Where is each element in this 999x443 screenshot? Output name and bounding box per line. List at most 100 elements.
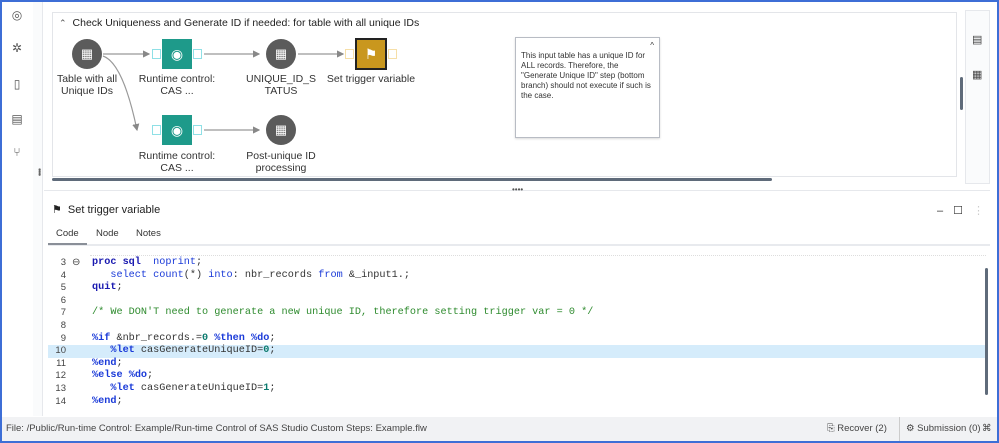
output-port[interactable] (388, 49, 397, 59)
input-port[interactable] (345, 49, 354, 59)
sticky-note[interactable]: ^ This input table has a unique ID for AL… (515, 37, 660, 138)
code-line[interactable]: 3 ⊖ proc sql noprint; (48, 257, 986, 270)
line-number: 3 (60, 257, 66, 268)
code-editor[interactable]: 3 ⊖ proc sql noprint; 4 select count(*) int… (48, 250, 988, 410)
node-label: Runtime control: CAS ... (138, 150, 216, 174)
code-text: %if &nbr_records.=0 %then %do; (92, 333, 275, 346)
window-controls: – ☐ ⋮ (937, 204, 994, 217)
code-token: : nbr_records (232, 269, 319, 281)
code-line[interactable]: 9 %if &nbr_records.=0 %then %do; (48, 333, 986, 346)
code-line[interactable]: 14 %end; (48, 396, 986, 409)
collapse-note-icon[interactable]: ^ (650, 41, 654, 51)
line-separator (90, 255, 986, 256)
code-text: %let casGenerateUniqueID=0; (92, 345, 275, 358)
code-line[interactable]: 13 %let casGenerateUniqueID=1; (48, 383, 986, 396)
node-label: Runtime control: CAS ... (138, 73, 216, 97)
code-line[interactable]: 11 %end; (48, 358, 986, 371)
code-token: %let (110, 345, 135, 357)
sas-program-node-icon[interactable]: ⚑ (355, 38, 387, 70)
code-token: proc sql (92, 257, 141, 268)
flow-canvas[interactable]: ⌃ Check Uniqueness and Generate ID if nee… (52, 12, 957, 177)
code-token: ; (147, 370, 154, 382)
flow-vertical-scrollbar[interactable] (960, 77, 963, 110)
tab-node[interactable]: Node (88, 227, 127, 245)
output-port[interactable] (193, 49, 202, 59)
line-number: 8 (60, 320, 66, 331)
horizontal-scrollbar[interactable] (52, 178, 772, 181)
input-port[interactable] (152, 125, 161, 135)
code-token: select (110, 269, 148, 281)
code-token: %then (214, 332, 245, 344)
code-text: quit; (92, 282, 123, 295)
code-token: into (208, 269, 233, 281)
code-line[interactable]: 10 %let casGenerateUniqueID=0; (48, 345, 986, 358)
gear-icon[interactable]: ✲ (10, 41, 24, 55)
recover-label: Recover (2) (837, 423, 887, 434)
fold-icon[interactable]: ⊖ (72, 257, 80, 270)
code-token: %let (110, 383, 135, 394)
code-token: &_input1.; (342, 269, 410, 281)
tab-code[interactable]: Code (48, 227, 87, 245)
code-line[interactable]: 5 quit; (48, 282, 986, 295)
code-token: noprint (153, 257, 196, 268)
runtime-control-node-icon[interactable]: ◉ (162, 39, 192, 69)
pane-title: Set trigger variable (67, 204, 161, 216)
code-vertical-scrollbar[interactable] (985, 268, 988, 395)
input-port[interactable] (152, 49, 161, 59)
node-label: Post-unique ID processing (246, 150, 316, 174)
code-line[interactable]: 7 /* We DON'T need to generate a new uniq… (48, 307, 986, 320)
code-line[interactable]: 6 (48, 295, 986, 308)
code-token: ; (116, 282, 123, 294)
line-number: 7 (60, 307, 66, 319)
status-bar: File: /Public/Run-time Control: Example/… (2, 417, 997, 441)
table-node-icon[interactable]: ▦ (266, 115, 296, 145)
tab-notes[interactable]: Notes (128, 227, 169, 245)
output-port[interactable] (193, 125, 202, 135)
libraries-icon[interactable]: ▤ (10, 112, 24, 126)
code-token: %do (128, 370, 148, 382)
maximize-icon[interactable]: ☐ (953, 205, 963, 217)
code-text: %else %do; (92, 370, 153, 383)
expand-icon[interactable]: ⌘ (982, 417, 992, 441)
gear-icon: ⚙ (906, 423, 918, 434)
submission-label: Submission (0) (917, 423, 981, 434)
code-text: %end; (92, 358, 123, 371)
line-number: 6 (60, 294, 66, 306)
code-token: /* We DON'T need to generate a new uniqu… (92, 307, 594, 319)
note-text: This input table has a unique ID for ALL… (521, 51, 651, 100)
layout-icon[interactable]: ▦ (972, 68, 982, 81)
code-token: casGenerateUniqueID= (134, 345, 264, 357)
steps-icon[interactable]: ◎ (10, 8, 24, 22)
runtime-control-node-icon[interactable]: ◉ (162, 115, 192, 145)
code-token: %end (92, 357, 117, 369)
pane-header: ⚑ Set trigger variable (52, 203, 160, 216)
code-text: %end; (92, 396, 123, 409)
table-node-icon[interactable]: ▦ (266, 39, 296, 69)
submission-button[interactable]: ⚙ Submission (0) (899, 417, 981, 441)
minimize-icon[interactable]: – (937, 205, 943, 217)
code-token: ; (269, 332, 276, 344)
file-macro-icon[interactable]: ▯ (10, 77, 24, 91)
line-number: 10 (55, 345, 66, 357)
line-number: 5 (60, 282, 66, 294)
recover-button[interactable]: ⎘ Recover (2) (827, 417, 887, 441)
line-number: 11 (56, 357, 66, 369)
line-number: 14 (55, 395, 66, 407)
code-line[interactable]: 4 select count(*) into: nbr_records from… (48, 270, 986, 283)
horizontal-splitter[interactable]: •••• (44, 185, 990, 194)
code-token: %do (251, 332, 270, 344)
node-label: Set trigger variable (326, 73, 416, 85)
properties-icon[interactable]: ▤ (972, 33, 982, 46)
code-line[interactable]: 12 %else %do; (48, 370, 986, 383)
git-branch-icon[interactable]: ⑂ (10, 145, 24, 159)
code-token: %else (92, 370, 123, 382)
code-token: &nbr_records.= (110, 332, 203, 344)
more-options-icon[interactable]: ⋮ (973, 205, 984, 217)
vertical-splitter[interactable]: •••• (33, 2, 44, 416)
code-line[interactable]: 8 (48, 320, 986, 333)
table-node-icon[interactable]: ▦ (72, 39, 102, 69)
code-token: (*) (183, 269, 209, 281)
